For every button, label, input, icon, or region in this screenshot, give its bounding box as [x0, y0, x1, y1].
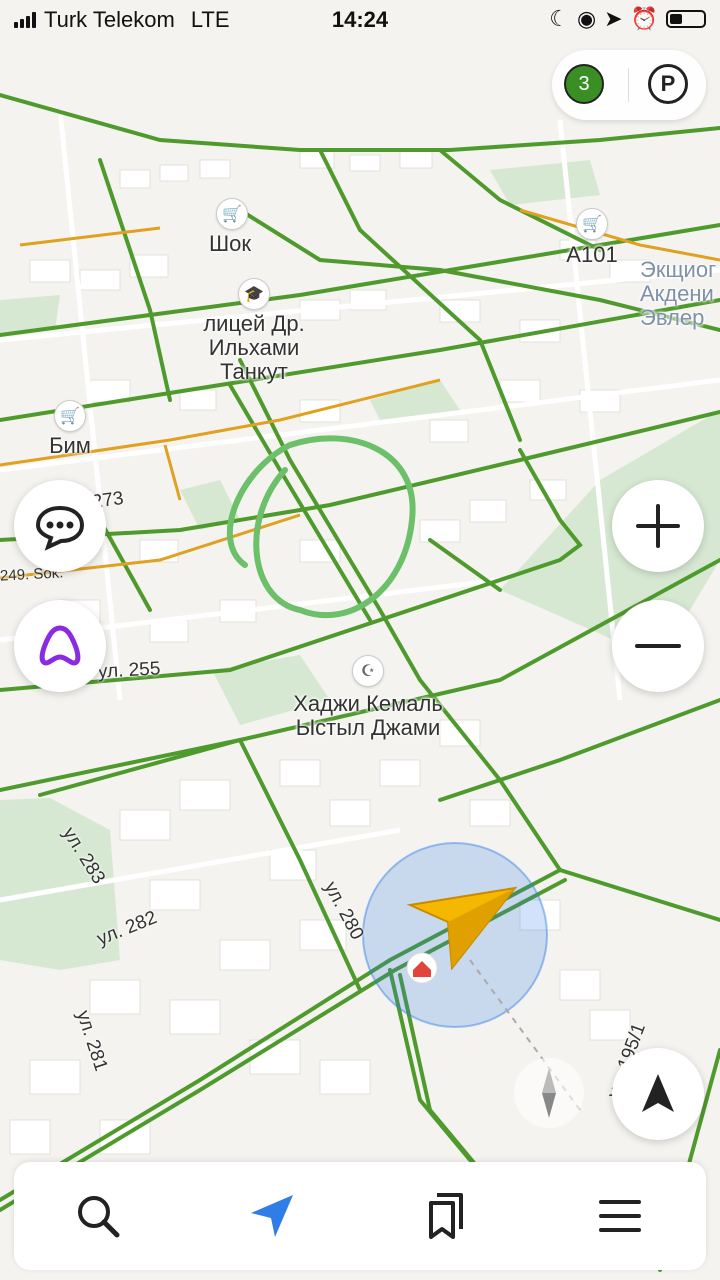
locate-me-button[interactable] [612, 1048, 704, 1140]
alice-icon [39, 625, 81, 666]
poi-label-shop1[interactable]: Шок [190, 232, 270, 256]
menu-icon [599, 1200, 641, 1232]
minus-icon [635, 644, 681, 648]
district-label: Экщиог Акдени Эвлер [640, 257, 717, 330]
map-layers-chip: 3 P [552, 50, 706, 120]
shop-icon[interactable]: 🛒 [576, 208, 608, 240]
moon-icon: ☾ [549, 6, 569, 31]
poi-label-school[interactable]: лицей Др. Ильхами Танкут [184, 312, 324, 384]
compass-button[interactable] [514, 1058, 584, 1128]
zoom-in-button[interactable] [612, 480, 704, 572]
alarm-icon: ⏰ [630, 6, 658, 31]
locate-arrow-icon [642, 1074, 674, 1112]
alice-assistant-button[interactable] [14, 600, 106, 692]
zoom-out-button[interactable] [612, 600, 704, 692]
navigation-tab[interactable] [242, 1186, 302, 1246]
poi-label-shop3[interactable]: A101 [552, 243, 632, 267]
school-icon[interactable]: 🎓 [238, 278, 270, 310]
bookmarks-tab[interactable] [414, 1186, 474, 1246]
search-icon [78, 1196, 120, 1238]
menu-tab[interactable] [590, 1186, 650, 1246]
divider [628, 68, 629, 102]
location-icon: ➤ [604, 6, 623, 31]
bottom-navigation [14, 1162, 706, 1270]
street-label: ул. 255 [97, 658, 161, 683]
lock-rotation-icon: ◉ [576, 6, 597, 31]
battery-icon [666, 10, 706, 28]
bookmarks-icon [429, 1193, 463, 1239]
chat-icon [35, 505, 85, 551]
plus-icon [636, 504, 680, 548]
poi-label-shop2[interactable]: Бим [30, 434, 110, 458]
shop-icon[interactable]: 🛒 [216, 198, 248, 230]
status-bar: Turk Telekom LTE 14:24 ☾ ◉ ➤ ⏰ [0, 0, 720, 40]
chat-button[interactable] [14, 480, 106, 572]
mosque-icon[interactable]: ☪ [352, 655, 384, 687]
shop-icon[interactable]: 🛒 [54, 400, 86, 432]
poi-label-mosque[interactable]: Хаджи Кемаль Ыстыл Джами [270, 692, 466, 740]
parking-button[interactable]: P [648, 64, 688, 104]
traffic-level-button[interactable]: 3 [564, 64, 604, 104]
compass-icon [542, 1068, 556, 1118]
navigation-arrow-icon [251, 1195, 293, 1237]
search-tab[interactable] [68, 1186, 128, 1246]
